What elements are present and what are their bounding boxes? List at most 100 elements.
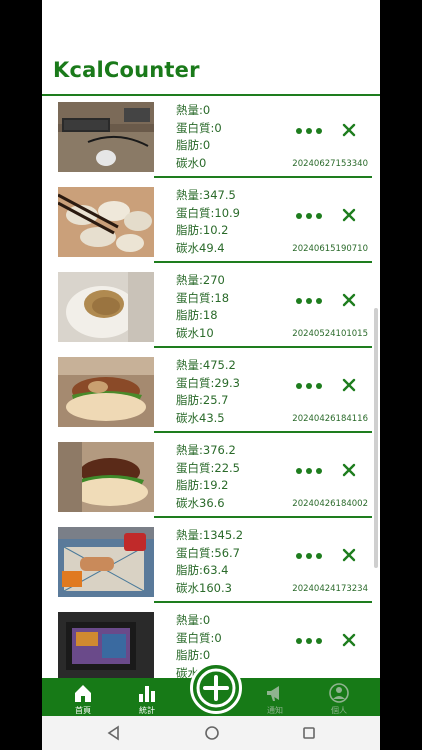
food-photo[interactable]: [58, 187, 154, 257]
nav-notify[interactable]: 通知: [250, 678, 300, 716]
home-system-button[interactable]: [204, 725, 220, 745]
back-button[interactable]: [106, 725, 120, 745]
food-photo[interactable]: [58, 272, 154, 342]
nutrition-info: 熱量:347.5 蛋白質:10.9 脂肪:10.2 碳水49.4: [176, 187, 240, 257]
delete-button[interactable]: [340, 631, 358, 649]
bar-chart-icon: [139, 686, 155, 702]
nav-home-label: 首頁: [75, 706, 91, 715]
list-item[interactable]: 熱量:1345.2 蛋白質:56.7 脂肪:63.4 碳水160.3 20240…: [42, 521, 372, 603]
user-icon: [329, 683, 349, 703]
timestamp: 20240424173234: [292, 584, 368, 594]
carbs-text: 碳水43.5: [176, 410, 225, 425]
close-icon: [342, 463, 356, 477]
app-screen: KcalCounter 熱量:0 蛋白質:0 脂肪:0 碳水0 20240627…: [42, 0, 380, 750]
circle-icon: [205, 726, 219, 740]
delete-button[interactable]: [340, 376, 358, 394]
calories-text: 熱量:0: [176, 103, 211, 117]
calories-text: 熱量:475.2: [176, 358, 236, 372]
more-options-button[interactable]: [296, 549, 322, 563]
nav-stats-label: 統計: [139, 706, 155, 715]
delete-button[interactable]: [340, 461, 358, 479]
close-icon: [342, 633, 356, 647]
protein-text: 蛋白質:22.5: [176, 460, 240, 475]
calories-text: 熱量:376.2: [176, 443, 236, 457]
list-item[interactable]: 熱量:347.5 蛋白質:10.9 脂肪:10.2 碳水49.4 2024061…: [42, 181, 372, 263]
more-options-button[interactable]: [296, 464, 322, 478]
nav-stats[interactable]: 統計: [122, 678, 172, 716]
protein-text: 蛋白質:0: [176, 120, 222, 135]
divider: [154, 261, 372, 263]
food-photo[interactable]: [58, 357, 154, 427]
more-options-button[interactable]: [296, 379, 322, 393]
scrollbar[interactable]: [374, 308, 378, 568]
more-options-button[interactable]: [296, 209, 322, 223]
page-title: KcalCounter: [53, 58, 200, 82]
fat-text: 脂肪:63.4: [176, 563, 229, 577]
divider: [154, 346, 372, 348]
calories-text: 熱量:1345.2: [176, 528, 244, 542]
carbs-text: 碳水0: [176, 155, 207, 170]
divider: [154, 516, 372, 518]
delete-button[interactable]: [340, 121, 358, 139]
carbs-text: 碳水10: [176, 325, 214, 340]
nav-notify-label: 通知: [267, 706, 283, 715]
food-photo[interactable]: [58, 527, 154, 597]
divider: [154, 176, 372, 178]
status-bar: [42, 0, 380, 36]
divider: [154, 601, 372, 603]
nutrition-info: 熱量:270 蛋白質:18 脂肪:18 碳水10: [176, 272, 229, 342]
list-item[interactable]: 熱量:376.2 蛋白質:22.5 脂肪:19.2 碳水36.6 2024042…: [42, 436, 372, 518]
fat-text: 脂肪:25.7: [176, 393, 229, 407]
nutrition-info: 熱量:0 蛋白質:0 脂肪:0 碳水0: [176, 102, 222, 172]
nutrition-info: 熱量:376.2 蛋白質:22.5 脂肪:19.2 碳水36.6: [176, 442, 240, 512]
nutrition-info: 熱量:1345.2 蛋白質:56.7 脂肪:63.4 碳水160.3: [176, 527, 243, 597]
fat-text: 脂肪:18: [176, 308, 218, 322]
carbs-text: 碳水49.4: [176, 240, 225, 255]
calories-text: 熱量:0: [176, 613, 211, 627]
protein-text: 蛋白質:56.7: [176, 545, 240, 560]
protein-text: 蛋白質:29.3: [176, 375, 240, 390]
recents-button[interactable]: [302, 725, 316, 744]
more-options-button[interactable]: [296, 124, 322, 138]
list-item[interactable]: 熱量:475.2 蛋白質:29.3 脂肪:25.7 碳水43.5 2024042…: [42, 351, 372, 433]
fat-text: 脂肪:19.2: [176, 478, 229, 492]
timestamp: 20240426184002: [292, 499, 368, 509]
more-options-button[interactable]: [296, 634, 322, 648]
calories-text: 熱量:347.5: [176, 188, 236, 202]
fat-text: 脂肪:0: [176, 138, 211, 152]
carbs-text: 碳水160.3: [176, 580, 232, 595]
add-entry-button[interactable]: [190, 662, 242, 714]
more-options-button[interactable]: [296, 294, 322, 308]
close-icon: [342, 378, 356, 392]
delete-button[interactable]: [340, 291, 358, 309]
protein-text: 蛋白質:18: [176, 290, 230, 305]
close-icon: [342, 208, 356, 222]
delete-button[interactable]: [340, 546, 358, 564]
nav-profile[interactable]: 個人: [314, 678, 364, 716]
megaphone-icon: [267, 686, 279, 701]
calories-text: 熱量:270: [176, 273, 225, 287]
protein-text: 蛋白質:0: [176, 630, 222, 645]
timestamp: 20240426184116: [292, 414, 368, 424]
timestamp: 20240615190710: [292, 244, 368, 254]
carbs-text: 碳水36.6: [176, 495, 225, 510]
food-photo[interactable]: [58, 102, 154, 172]
list-item[interactable]: 熱量:0 蛋白質:0 脂肪:0 碳水0 20240627153340: [42, 96, 372, 178]
food-photo[interactable]: [58, 442, 154, 512]
fat-text: 脂肪:10.2: [176, 223, 229, 237]
plus-icon: [196, 668, 236, 708]
list-item[interactable]: 熱量:270 蛋白質:18 脂肪:18 碳水10 20240524101015: [42, 266, 372, 348]
delete-button[interactable]: [340, 206, 358, 224]
nav-home[interactable]: 首頁: [58, 678, 108, 716]
system-nav-bar: [42, 716, 380, 750]
food-log-list[interactable]: 熱量:0 蛋白質:0 脂肪:0 碳水0 20240627153340 熱量:34…: [42, 96, 380, 678]
home-icon: [75, 685, 91, 702]
protein-text: 蛋白質:10.9: [176, 205, 240, 220]
divider: [154, 431, 372, 433]
nutrition-info: 熱量:475.2 蛋白質:29.3 脂肪:25.7 碳水43.5: [176, 357, 240, 427]
app-header: KcalCounter: [42, 36, 380, 96]
nav-profile-label: 個人: [331, 706, 347, 715]
back-triangle-icon: [107, 725, 119, 741]
close-icon: [342, 123, 356, 137]
food-photo[interactable]: [58, 612, 154, 678]
